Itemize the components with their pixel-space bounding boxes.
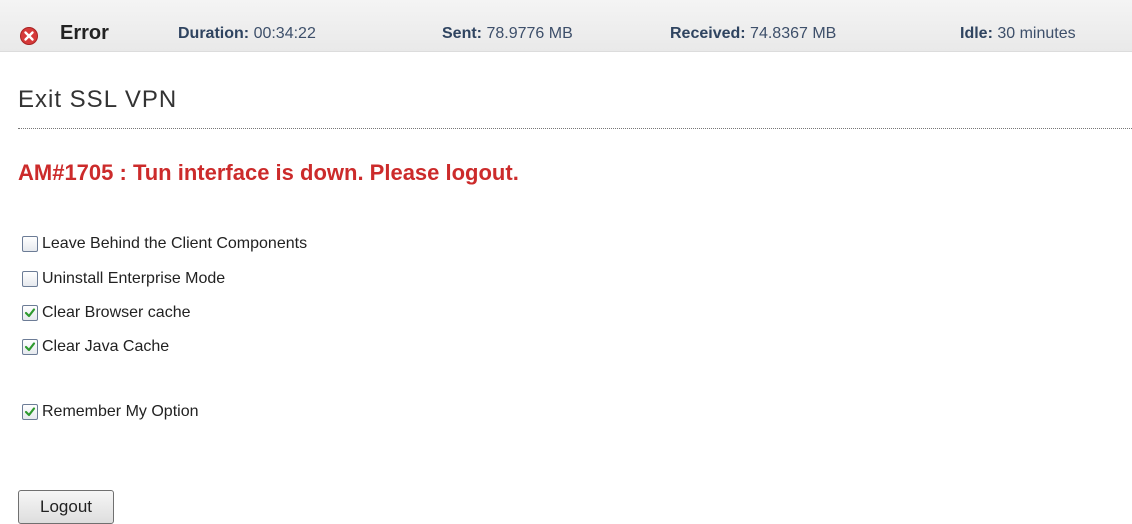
option-uninstall-enterprise[interactable]: Uninstall Enterprise Mode: [22, 269, 225, 289]
error-icon: [20, 27, 38, 45]
sent-value: 78.9776 MB: [486, 25, 573, 42]
option-leave-client-components[interactable]: Leave Behind the Client Components: [22, 234, 307, 254]
checkmark-icon: [24, 342, 36, 352]
received-value: 74.8367 MB: [750, 25, 837, 42]
checkmark-icon: [24, 308, 36, 318]
checkmark-icon: [24, 407, 36, 417]
status-error-label: Error: [60, 22, 109, 44]
option-clear-java-cache[interactable]: Clear Java Cache: [22, 337, 169, 357]
checkbox-remember-my-option[interactable]: [22, 404, 38, 420]
status-bar: Error Duration: 00:34:22 Sent: 78.9776 M…: [0, 0, 1132, 52]
error-message: AM#1705 : Tun interface is down. Please …: [18, 160, 519, 185]
checkbox-clear-java-cache[interactable]: [22, 339, 38, 355]
option-label: Leave Behind the Client Components: [42, 235, 308, 252]
sent-stat: Sent: 78.9776 MB: [442, 25, 573, 43]
page-title: Exit SSL VPN: [18, 86, 178, 113]
checkbox-clear-browser-cache[interactable]: [22, 305, 38, 321]
option-label: Clear Java Cache: [42, 338, 170, 355]
idle-stat: Idle: 30 minutes: [960, 25, 1076, 43]
option-remember-my-option[interactable]: Remember My Option: [22, 402, 199, 422]
option-label: Clear Browser cache: [42, 304, 191, 321]
received-stat: Received: 74.8367 MB: [670, 25, 836, 43]
title-divider: [18, 128, 1132, 129]
option-label: Remember My Option: [42, 403, 199, 420]
option-clear-browser-cache[interactable]: Clear Browser cache: [22, 303, 191, 323]
idle-label: Idle:: [960, 25, 993, 42]
checkbox-leave-client-components[interactable]: [22, 236, 38, 252]
checkbox-uninstall-enterprise[interactable]: [22, 271, 38, 287]
duration-stat: Duration: 00:34:22: [178, 25, 316, 43]
duration-label: Duration:: [178, 25, 250, 42]
duration-value: 00:34:22: [253, 25, 316, 42]
option-label: Uninstall Enterprise Mode: [42, 270, 226, 287]
logout-button[interactable]: Logout: [18, 490, 114, 524]
idle-value: 30 minutes: [997, 25, 1076, 42]
received-label: Received:: [670, 25, 746, 42]
sent-label: Sent:: [442, 25, 482, 42]
